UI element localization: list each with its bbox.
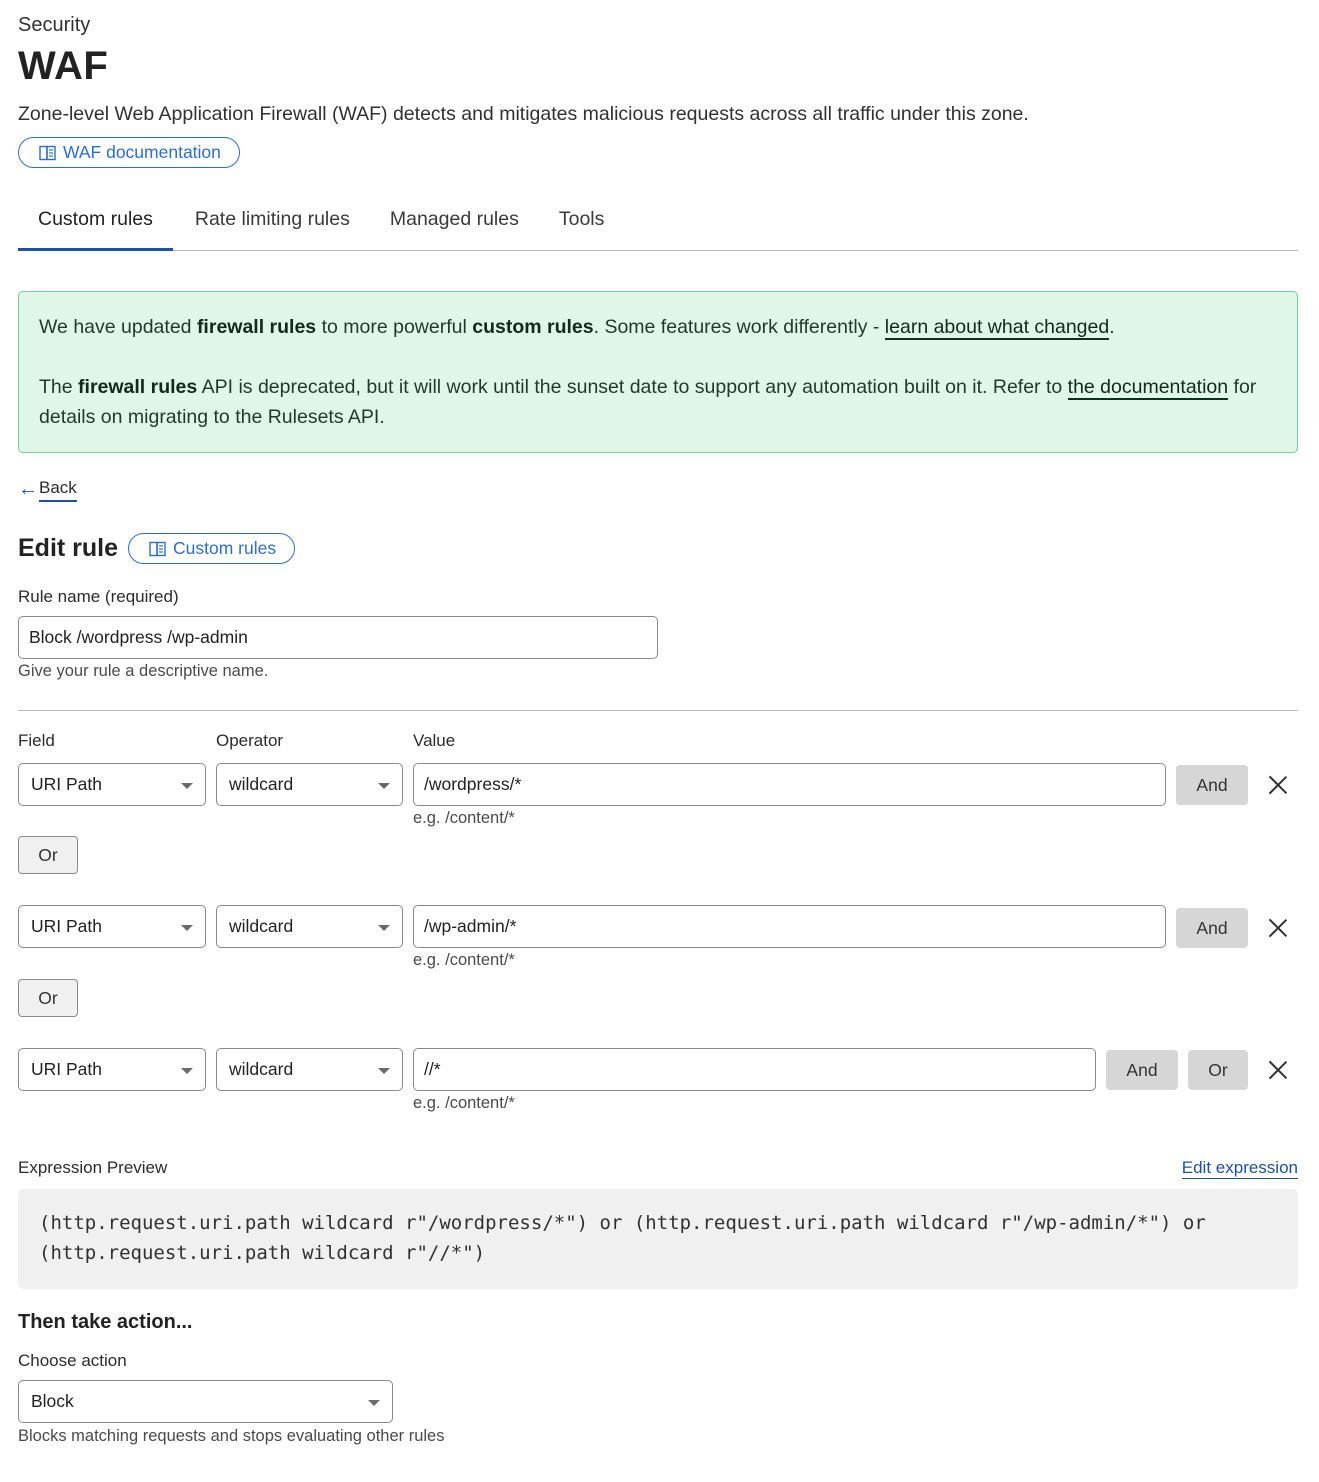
field-select[interactable]: URI Path (18, 1048, 206, 1091)
banner-line-1: We have updated firewall rules to more p… (39, 312, 1277, 342)
banner-bold: custom rules (472, 316, 594, 338)
documentation-link[interactable]: the documentation (1067, 376, 1229, 400)
banner-text: to more powerful (316, 316, 473, 338)
tab-custom-rules[interactable]: Custom rules (18, 196, 173, 251)
banner-text: . Some features work differently - (593, 316, 885, 338)
field-select-value: URI Path (31, 916, 102, 936)
banner-bold: firewall rules (196, 316, 317, 338)
action-hint: Blocks matching requests and stops evalu… (18, 1427, 445, 1445)
tab-rate-limiting-rules[interactable]: Rate limiting rules (173, 196, 370, 251)
value-column-label: Value (413, 731, 456, 750)
field-select-value: URI Path (31, 1059, 102, 1079)
choose-action-label: Choose action (18, 1351, 127, 1370)
learn-what-changed-link[interactable]: learn about what changed (884, 316, 1110, 340)
banner-text: . (1109, 316, 1115, 338)
value-input[interactable] (413, 763, 1166, 806)
arrow-left-icon: ← (18, 477, 38, 500)
page-description: Zone-level Web Application Firewall (WAF… (18, 103, 1029, 125)
tab-bar: Custom rules Rate limiting rules Managed… (18, 196, 1298, 251)
field-column-label: Field (18, 731, 55, 750)
rule-name-input[interactable] (18, 616, 658, 659)
operator-select-value: wildcard (229, 916, 294, 936)
or-button[interactable]: Or (18, 836, 78, 874)
operator-select-value: wildcard (229, 1059, 294, 1079)
value-input[interactable] (413, 1048, 1096, 1091)
and-button[interactable]: And (1176, 765, 1248, 805)
operator-select[interactable]: wildcard (216, 905, 403, 948)
field-select[interactable]: URI Path (18, 905, 206, 948)
value-hint: e.g. /content/* (413, 951, 515, 969)
caret-down-icon (181, 783, 193, 789)
banner-text: API is deprecated, but it will work unti… (197, 376, 1068, 398)
operator-select-value: wildcard (229, 774, 294, 794)
caret-down-icon (378, 1068, 390, 1074)
close-icon[interactable] (1268, 918, 1288, 938)
tab-managed-rules[interactable]: Managed rules (370, 196, 539, 251)
operator-select[interactable]: wildcard (216, 1048, 403, 1091)
operator-select[interactable]: wildcard (216, 763, 403, 806)
action-heading: Then take action... (18, 1311, 193, 1333)
field-select[interactable]: URI Path (18, 763, 206, 806)
operator-column-label: Operator (216, 731, 284, 750)
and-button[interactable]: And (1106, 1050, 1178, 1090)
page-title: WAF (18, 44, 109, 88)
rule-name-label: Rule name (required) (18, 587, 179, 606)
edit-rule-heading: Edit rule Custom rules (18, 533, 296, 564)
info-banner: We have updated firewall rules to more p… (18, 291, 1298, 453)
close-icon[interactable] (1268, 1060, 1288, 1080)
field-select-value: URI Path (31, 774, 102, 794)
waf-documentation-link[interactable]: WAF documentation (18, 137, 240, 168)
banner-text: The (39, 376, 79, 398)
waf-documentation-label: WAF documentation (63, 142, 221, 162)
book-icon (39, 145, 56, 160)
breadcrumb[interactable]: Security (18, 14, 90, 37)
caret-down-icon (368, 1400, 380, 1406)
edit-rule-title: Edit rule (18, 534, 119, 562)
divider (18, 710, 1298, 711)
caret-down-icon (181, 1068, 193, 1074)
value-hint: e.g. /content/* (413, 809, 515, 827)
back-link[interactable]: ← Back (18, 476, 77, 502)
back-label: Back (39, 476, 77, 502)
edit-expression-link[interactable]: Edit expression (1181, 1157, 1298, 1179)
action-select-value: Block (31, 1391, 74, 1411)
custom-rules-doc-label: Custom rules (173, 538, 277, 558)
expression-preview-label: Expression Preview (18, 1158, 168, 1177)
or-button[interactable]: Or (18, 979, 78, 1017)
caret-down-icon (378, 925, 390, 931)
rule-name-hint: Give your rule a descriptive name. (18, 662, 269, 680)
banner-line-2: The firewall rules API is deprecated, bu… (39, 372, 1277, 432)
value-input[interactable] (413, 905, 1166, 948)
banner-text: We have updated (39, 316, 197, 338)
expression-preview: (http.request.uri.path wildcard r"/wordp… (18, 1189, 1298, 1289)
and-button[interactable]: And (1176, 908, 1248, 948)
caret-down-icon (181, 925, 193, 931)
action-select[interactable]: Block (18, 1380, 393, 1423)
banner-bold: firewall rules (78, 376, 198, 398)
caret-down-icon (378, 783, 390, 789)
custom-rules-doc-link[interactable]: Custom rules (128, 533, 296, 564)
value-hint: e.g. /content/* (413, 1094, 515, 1112)
close-icon[interactable] (1268, 775, 1288, 795)
or-inline-button[interactable]: Or (1188, 1050, 1248, 1090)
tab-tools[interactable]: Tools (539, 196, 625, 251)
book-icon (149, 541, 166, 556)
